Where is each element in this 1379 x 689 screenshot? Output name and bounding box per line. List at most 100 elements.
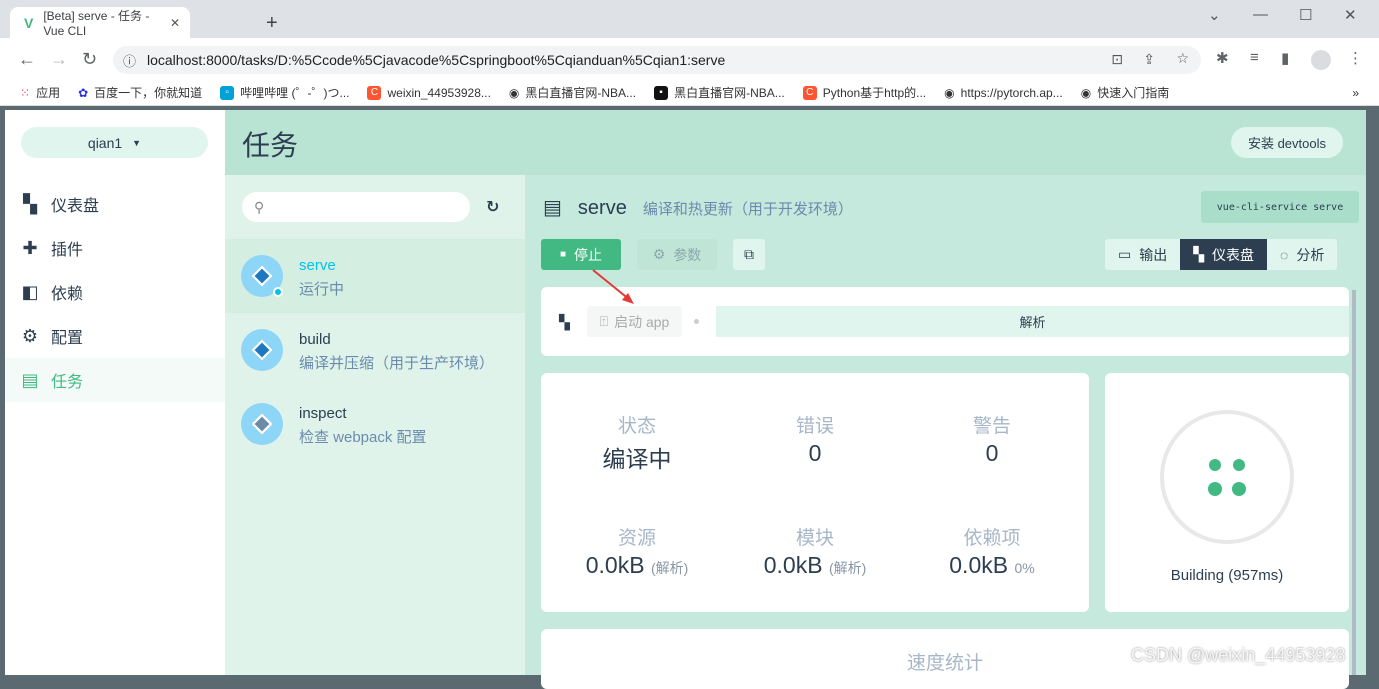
apps-grid-icon: ⁙ xyxy=(20,85,31,100)
running-indicator xyxy=(273,287,283,297)
translate-icon[interactable]: ⊡ xyxy=(1111,51,1123,68)
bookmark-label: Python基于http的... xyxy=(822,86,927,100)
media-icon[interactable]: ≡ xyxy=(1250,49,1259,66)
globe-icon: ◉ xyxy=(1080,85,1092,100)
bookmark-label: 快速入门指南 xyxy=(1097,86,1170,100)
tab-analyzer[interactable]: ◌ 分析 xyxy=(1267,239,1338,270)
search-icon: ⚲ xyxy=(254,199,265,215)
stat-status: 状态 编译中 xyxy=(547,411,727,474)
bookmark-star-icon[interactable]: ☆ xyxy=(1176,50,1189,67)
back-icon[interactable]: ← xyxy=(18,49,36,70)
building-dots-icon xyxy=(1208,459,1246,496)
bookmark-label: https://pytorch.ap... xyxy=(960,85,1063,100)
more-bookmarks-icon[interactable]: » xyxy=(1352,86,1359,100)
bookmark-apps[interactable]: ⁙ 应用 xyxy=(20,84,60,101)
stop-icon: ■ xyxy=(559,249,567,260)
bookmark-baidu[interactable]: ✿ 百度一下，你就知道 xyxy=(78,84,202,101)
stat-warnings: 警告 0 xyxy=(902,411,1082,467)
minimize-button[interactable]: — xyxy=(1253,6,1268,23)
sidebar-item-plugins[interactable]: ✚ 插件 xyxy=(5,226,225,270)
library-icon: ◧ xyxy=(21,282,39,302)
address-bar[interactable]: ⓘ localhost:8000/tasks/D:%5Ccode%5Cjavaco… xyxy=(113,46,1201,74)
stat-label: 状态 xyxy=(617,416,656,437)
menu-icon[interactable]: ⋮ xyxy=(1348,49,1363,67)
bookmark-label: 百度一下，你就知道 xyxy=(94,86,203,100)
stats-card: 状态 编译中 错误 0 警告 0 资源 0.0kB (解析) 模块 0.0kB (解析) … xyxy=(541,373,1089,612)
stat-value: 0 xyxy=(985,440,999,466)
bookmark-python[interactable]: C Python基于http的... xyxy=(802,84,927,101)
extensions-icon[interactable]: ✱ xyxy=(1216,49,1229,67)
task-item-serve[interactable]: serve 运行中 xyxy=(225,239,525,313)
sidebar-item-config[interactable]: ⚙ 配置 xyxy=(5,314,225,358)
task-search-input[interactable]: ⚲ xyxy=(242,192,470,222)
bookmark-quickstart[interactable]: ◉ 快速入门指南 xyxy=(1081,84,1170,101)
stat-value: 编译中 xyxy=(602,446,672,472)
launch-app-button[interactable]: ⍐ 启动 app xyxy=(587,306,682,337)
donut-icon: ◌ xyxy=(1280,246,1289,263)
open-in-new-icon: ⧉ xyxy=(744,246,754,262)
scrollbar[interactable] xyxy=(1352,290,1356,675)
close-window-button[interactable]: ✕ xyxy=(1344,6,1357,24)
tab-search-icon[interactable]: ⌄ xyxy=(1208,6,1221,24)
sidebar-item-dependencies[interactable]: ◧ 依赖 xyxy=(5,270,225,314)
new-tab-button[interactable]: + xyxy=(266,12,278,35)
profile-avatar[interactable] xyxy=(1311,50,1331,70)
clipboard-icon: ▤ xyxy=(543,197,562,219)
stat-label: 错误 xyxy=(795,416,834,437)
bookmark-label: 黑白直播官网-NBA... xyxy=(674,86,785,100)
task-desc: 运行中 xyxy=(299,281,345,298)
tab-strip xyxy=(0,0,1379,38)
task-desc: 编译并压缩（用于生产环境） xyxy=(299,355,495,372)
tab-output[interactable]: ▭ 输出 xyxy=(1105,239,1181,270)
sidebar-item-label: 任务 xyxy=(51,374,84,391)
build-progress-card: Building (957ms) xyxy=(1105,373,1349,612)
stop-button[interactable]: ■ 停止 xyxy=(541,239,621,270)
stat-label: 依赖项 xyxy=(963,528,1021,549)
bookmark-pytorch[interactable]: ◉ https://pytorch.ap... xyxy=(944,86,1063,100)
bookmark-nba1[interactable]: ◉ 黑白直播官网-NBA... xyxy=(509,84,636,101)
bookmark-nba2[interactable]: ▪ 黑白直播官网-NBA... xyxy=(654,84,785,101)
baidu-paw-icon: ✿ xyxy=(78,85,89,100)
sidebar-item-dashboard[interactable]: ▚ 仪表盘 xyxy=(5,182,225,226)
forward-icon[interactable]: → xyxy=(50,49,68,70)
bookmark-csdn[interactable]: Cweixin_44953928... xyxy=(367,85,491,100)
maximize-button[interactable]: ☐ xyxy=(1299,6,1312,24)
info-icon: ⓘ xyxy=(123,54,137,69)
tab-label: 分析 xyxy=(1296,246,1325,263)
params-button[interactable]: ⚙ 参数 xyxy=(637,239,717,270)
side-panel-icon[interactable]: ▮ xyxy=(1281,49,1289,67)
gear-icon: ⚙ xyxy=(21,326,39,346)
task-name: build xyxy=(299,331,331,348)
gear-icon: ⚙ xyxy=(652,246,666,262)
stat-errors: 错误 0 xyxy=(725,411,905,467)
bookmarks-bar: ⁙ 应用 ✿ 百度一下，你就知道 ▫ 哔哩哔哩 (゜-゜)つ... Cweixin_4… xyxy=(0,80,1379,106)
puzzle-icon: ✚ xyxy=(22,238,38,258)
globe-icon: ◉ xyxy=(508,85,520,100)
clipboard-icon: ▤ xyxy=(21,370,39,390)
task-name: inspect xyxy=(299,405,347,422)
task-description: 编译和热更新（用于开发环境） xyxy=(642,201,853,218)
browser-tab[interactable]: V [Beta] serve - 任务 - Vue CLI ✕ xyxy=(10,7,190,38)
reload-icon[interactable]: ↻ xyxy=(82,49,97,70)
bookmark-bilibili[interactable]: ▫ 哔哩哔哩 (゜-゜)つ... xyxy=(220,84,349,101)
stat-sub: (解析) xyxy=(828,560,867,576)
dashboard-icon: ▚ xyxy=(23,194,37,214)
open-external-button[interactable]: ⧉ xyxy=(733,239,765,270)
stat-dependencies: 依赖项 0.0kB 0% xyxy=(902,523,1082,579)
install-devtools-button[interactable]: 安装 devtools xyxy=(1231,127,1343,158)
page-title: 任务 xyxy=(242,130,299,161)
page-header: 任务 xyxy=(225,110,1366,175)
sidebar-item-label: 插件 xyxy=(51,242,84,259)
project-selector[interactable]: qian1 ▼ xyxy=(21,127,208,158)
task-item-build[interactable]: build 编译并压缩（用于生产环境） xyxy=(225,313,525,387)
close-tab-icon[interactable]: ✕ xyxy=(170,16,180,30)
task-item-inspect[interactable]: inspect 检查 webpack 配置 xyxy=(225,387,525,461)
bilibili-icon: ▫ xyxy=(220,85,235,100)
stop-label: 停止 xyxy=(574,246,603,263)
share-icon[interactable]: ⇪ xyxy=(1143,51,1155,68)
bookmark-label: 哔哩哔哩 (゜-゜)つ... xyxy=(240,86,350,100)
sidebar-item-tasks[interactable]: ▤ 任务 xyxy=(5,358,225,402)
command-badge: vue-cli-service serve xyxy=(1201,191,1359,223)
refresh-icon[interactable]: ↻ xyxy=(486,197,499,217)
tab-dashboard[interactable]: ▚ 仪表盘 xyxy=(1180,239,1268,270)
